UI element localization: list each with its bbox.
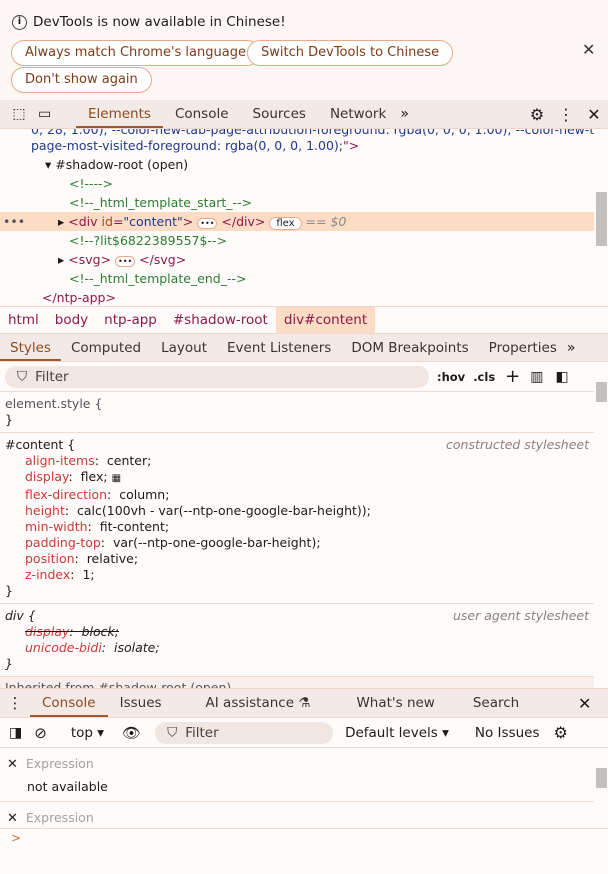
content-rule[interactable]: constructed stylesheet #content { align-i… xyxy=(0,433,594,604)
info-icon: i xyxy=(12,14,27,30)
issues-counter[interactable]: No Issues xyxy=(475,725,540,741)
breadcrumb-shadow-root[interactable]: #shadow-root xyxy=(165,307,276,333)
expression-input[interactable]: Expression xyxy=(26,756,94,771)
live-expressions: ✕ Expression not available ✕ Expression xyxy=(0,748,594,828)
css-property[interactable]: min-width: fit-content; xyxy=(5,519,589,535)
div-rule[interactable]: user agent stylesheet div { display: bloc… xyxy=(0,604,594,677)
language-infobar: i DevTools is now available in Chinese! A… xyxy=(0,0,608,100)
shadow-root-node[interactable]: ▾ #shadow-root (open) xyxy=(45,155,188,174)
tab-event-listeners[interactable]: Event Listeners xyxy=(217,334,341,361)
paint-brush-icon[interactable]: ▥ xyxy=(530,369,543,385)
new-rule-icon[interactable]: + xyxy=(505,366,520,387)
css-property[interactable]: flex-direction: column; xyxy=(5,487,589,503)
dom-tree-scrollbar[interactable] xyxy=(594,129,608,306)
dont-show-again-button[interactable]: Don't show again xyxy=(11,67,152,93)
styles-scrollbar[interactable] xyxy=(594,378,608,688)
live-expression: ✕ Expression not available xyxy=(0,748,594,802)
drawer-tabs: ⋮ Console Issues AI assistance ⚗ What's … xyxy=(0,688,608,718)
context-selector[interactable]: top ▾ xyxy=(71,725,104,741)
flex-badge[interactable]: flex xyxy=(269,217,302,230)
tab-console[interactable]: Console xyxy=(163,100,241,128)
more-tabs-icon[interactable]: » xyxy=(567,340,576,356)
breadcrumb-body[interactable]: body xyxy=(47,307,96,333)
remove-expression-icon[interactable]: ✕ xyxy=(7,811,18,826)
sidebar-tabs: Styles Computed Layout Event Listeners D… xyxy=(0,333,608,362)
drawer-tab-console[interactable]: Console xyxy=(30,689,108,717)
css-property[interactable]: height: calc(100vh - var(--ntp-one-googl… xyxy=(5,503,589,519)
expand-ellipsis[interactable]: ••• xyxy=(197,218,218,229)
dom-tree: 0, 28, 1.00); --color-new-tab-page-attri… xyxy=(0,129,594,306)
expressions-scrollbar[interactable] xyxy=(594,748,608,828)
sidebar-toggle-icon[interactable]: ◨ xyxy=(9,725,22,741)
always-match-language-button[interactable]: Always match Chrome's language xyxy=(11,40,260,66)
drawer-tab-whats-new[interactable]: What's new xyxy=(344,689,446,717)
clear-console-icon[interactable]: ⊘ xyxy=(34,724,47,742)
breadcrumb: html body ntp-app #shadow-root div#conte… xyxy=(0,306,608,333)
cls-button[interactable]: .cls xyxy=(473,370,495,384)
close-devtools-icon[interactable]: ✕ xyxy=(580,105,608,124)
flexbox-editor-icon[interactable]: ▦ xyxy=(112,473,121,484)
breadcrumb-html[interactable]: html xyxy=(0,307,47,333)
console-settings-icon[interactable]: ⚙ xyxy=(554,723,568,742)
styles-pane: element.style {} constructed stylesheet #… xyxy=(0,392,594,688)
styles-toolbar: ⛉ Filter :hov .cls + ▥ ◧ xyxy=(0,362,608,392)
inspect-element-icon[interactable]: ⬚ xyxy=(0,106,38,122)
tab-layout[interactable]: Layout xyxy=(151,334,217,361)
styles-filter-input[interactable]: ⛉ Filter xyxy=(5,365,429,388)
breadcrumb-ntp-app[interactable]: ntp-app xyxy=(96,307,165,333)
tab-computed[interactable]: Computed xyxy=(61,334,151,361)
more-options-icon[interactable]: ⋮ xyxy=(552,105,580,124)
console-prompt[interactable]: > xyxy=(0,828,608,874)
infobar-message: i DevTools is now available in Chinese! xyxy=(12,14,286,30)
hov-button[interactable]: :hov xyxy=(437,370,465,384)
settings-icon[interactable]: ⚙ xyxy=(522,105,552,124)
close-drawer-icon[interactable]: ✕ xyxy=(578,694,608,713)
drawer-menu-icon[interactable]: ⋮ xyxy=(0,694,30,712)
drawer-tab-ai-assistance[interactable]: AI assistance ⚗ xyxy=(194,689,323,717)
tab-elements[interactable]: Elements xyxy=(76,100,163,128)
tab-sources[interactable]: Sources xyxy=(241,100,318,128)
device-toolbar-icon[interactable]: ▭ xyxy=(38,106,68,122)
tab-dom-breakpoints[interactable]: DOM Breakpoints xyxy=(341,334,478,361)
node-actions-icon[interactable]: ••• xyxy=(3,212,25,231)
css-property[interactable]: position: relative; xyxy=(5,551,589,567)
close-infobar-icon[interactable]: ✕ xyxy=(582,40,595,59)
css-property[interactable]: align-items: center; xyxy=(5,453,589,469)
console-toolbar: ◨ ⊘ top ▾ 👁 ⛉ Filter Default levels ▾ No … xyxy=(0,718,608,748)
breadcrumb-div-content[interactable]: div#content xyxy=(275,307,376,333)
expression-input[interactable]: Expression xyxy=(26,810,94,825)
switch-to-chinese-button[interactable]: Switch DevTools to Chinese xyxy=(247,40,454,66)
filter-icon: ⛉ xyxy=(167,724,178,741)
log-levels-dropdown[interactable]: Default levels ▾ xyxy=(345,725,449,741)
more-tabs-icon[interactable]: » xyxy=(400,106,409,122)
filter-icon: ⛉ xyxy=(17,368,28,385)
tab-properties[interactable]: Properties xyxy=(479,334,567,361)
main-toolbar: ⬚ ▭ Elements Console Sources Network » ⚙… xyxy=(0,100,608,129)
console-filter-input[interactable]: ⛉ Filter xyxy=(155,721,334,744)
inherited-header: Inherited from #shadow-root (open) xyxy=(0,677,594,688)
css-property[interactable]: z-index: 1; xyxy=(5,567,589,583)
drawer-tab-search[interactable]: Search xyxy=(461,689,531,717)
css-property[interactable]: padding-top: var(--ntp-one-google-bar-he… xyxy=(5,535,589,551)
drawer-tab-issues[interactable]: Issues xyxy=(108,689,174,717)
flask-icon: ⚗ xyxy=(298,695,311,711)
tab-network[interactable]: Network xyxy=(318,100,398,128)
remove-expression-icon[interactable]: ✕ xyxy=(7,757,18,772)
css-property[interactable]: display: flex; ▦ xyxy=(5,469,589,487)
element-style-rule[interactable]: element.style {} xyxy=(0,392,594,433)
live-expression-eye-icon[interactable]: 👁 xyxy=(122,724,141,742)
toggle-sidebar-icon[interactable]: ◧ xyxy=(556,369,569,385)
tab-styles[interactable]: Styles xyxy=(0,334,61,361)
